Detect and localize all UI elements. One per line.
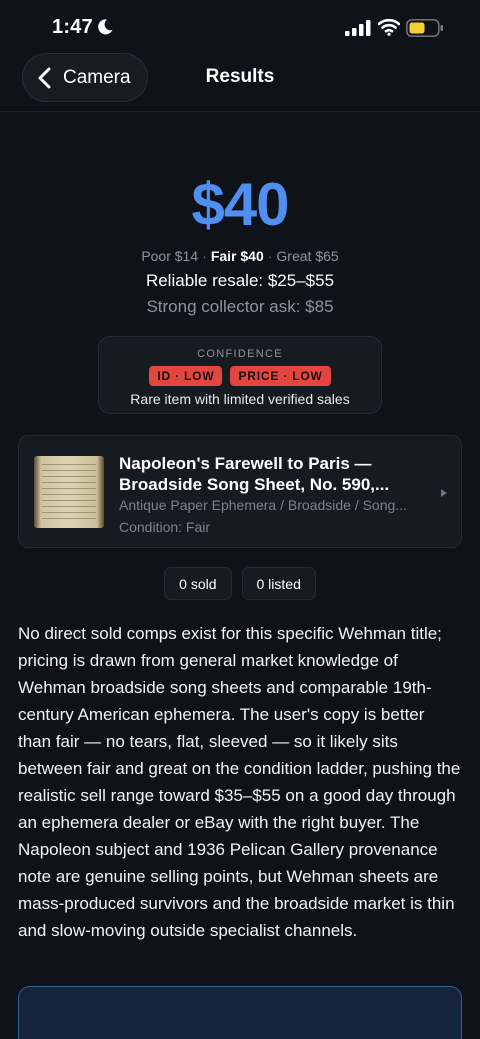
confidence-label: CONFIDENCE [197,348,283,360]
item-category: Antique Paper Ephemera / Broadside / Son… [119,497,407,513]
price-confidence-badge: PRICE · LOW [230,366,331,386]
listed-count[interactable]: 0 listed [241,567,316,600]
confidence-badges: ID · LOW PRICE · LOW [99,366,381,386]
status-time: 1:47 [52,16,93,38]
sales-counts: 0 sold 0 listed [0,567,480,600]
confidence-note: Rare item with limited verified sales [130,391,350,407]
item-condition: Condition: Fair [119,519,211,535]
fair-price: Fair $40 [210,248,264,264]
cellular-signal-icon [345,20,371,36]
estimated-price: $40 [191,171,289,238]
great-price: Great $65 [276,248,339,264]
reliable-resale-range: Reliable resale: $25–$55 [145,271,335,290]
status-bar: 1:47 [0,0,480,56]
poor-price: Poor $14 [141,248,199,264]
item-thumbnail [34,456,104,528]
collector-ask: Strong collector ask: $85 [146,297,334,316]
item-title: Napoleon's Farewell to Paris — Broadside… [119,454,390,494]
condition-price-tiers: Poor $14 · Fair $40 · Great $65 [141,248,339,264]
disclosure-arrow-icon [441,489,447,497]
item-card[interactable]: Napoleon's Farewell to Paris — Broadside… [18,435,462,548]
wifi-icon [378,18,400,36]
confidence-panel: CONFIDENCE ID · LOW PRICE · LOW Rare ite… [98,336,382,414]
id-confidence-badge: ID · LOW [149,366,223,386]
moon-icon [98,19,113,35]
battery-icon [406,19,443,37]
page-title: Results [205,66,275,87]
navigation-bar: Camera Results [0,52,480,112]
sold-count[interactable]: 0 sold [164,567,232,600]
pricing-summary: No direct sold comps exist for this spec… [18,624,461,940]
bottom-card[interactable] [18,986,462,1039]
